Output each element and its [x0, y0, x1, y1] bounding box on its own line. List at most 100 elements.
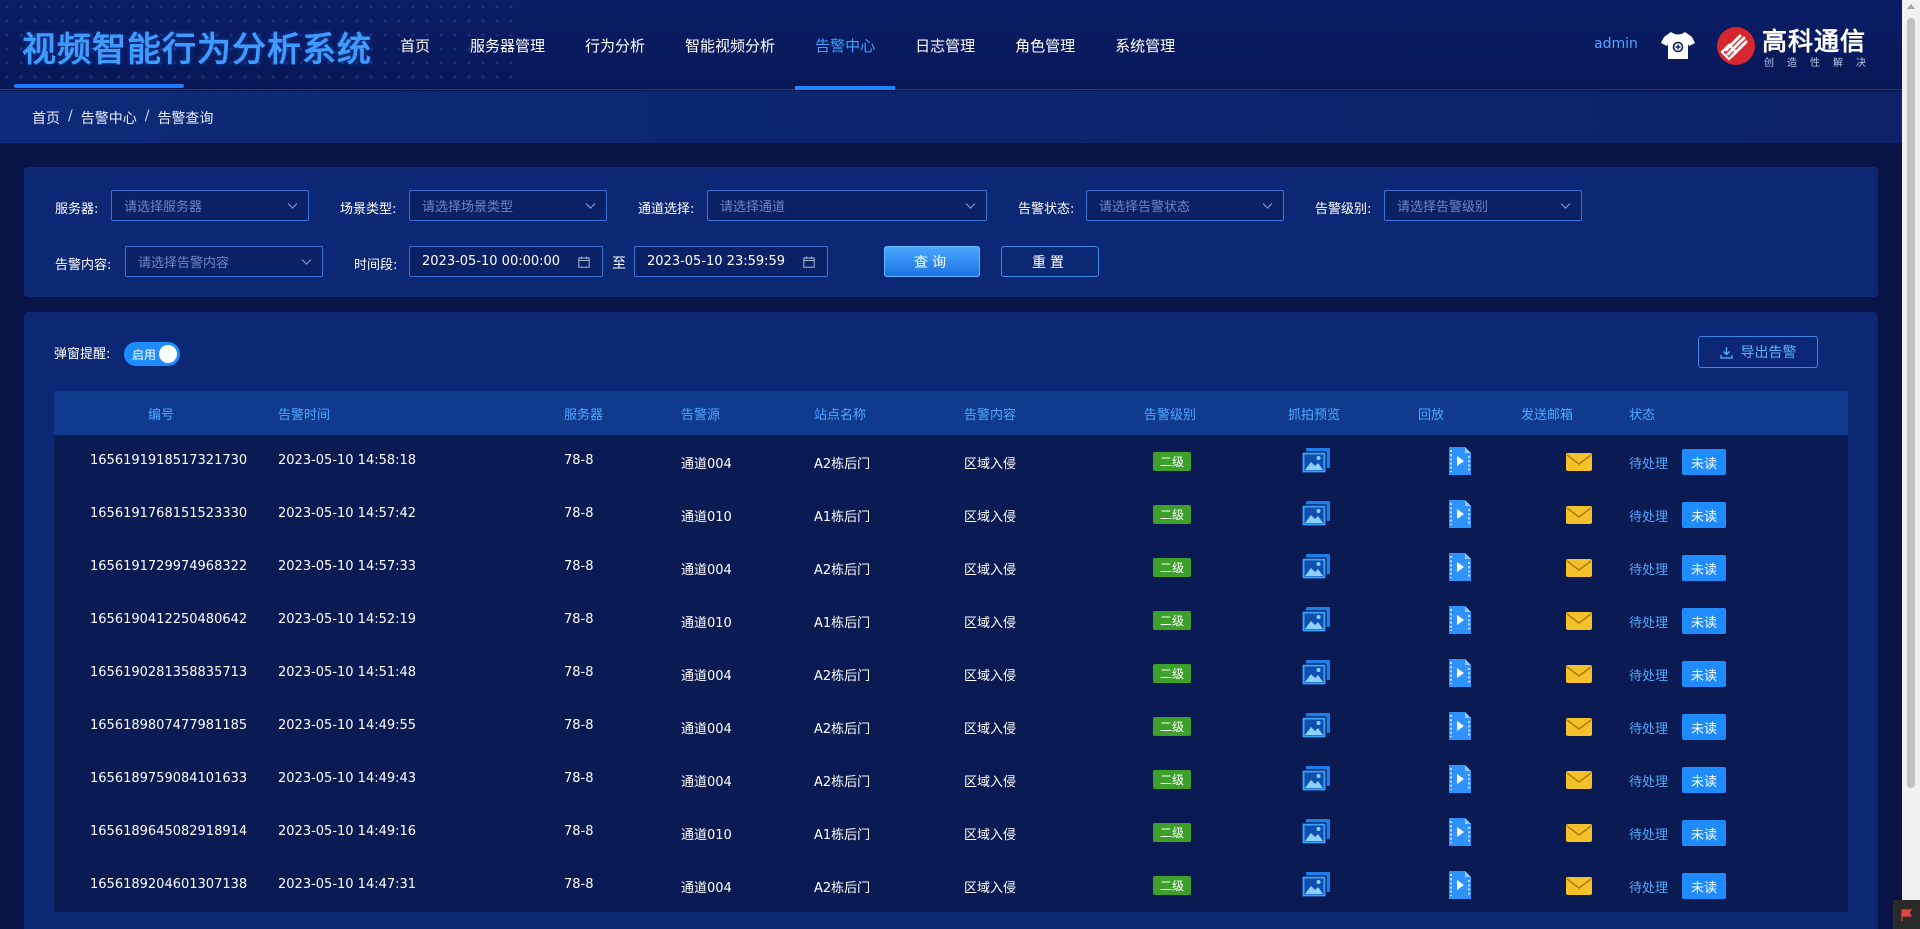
send-email-icon[interactable]	[1565, 717, 1593, 737]
end-time-picker[interactable]: 2023-05-10 23:59:59	[634, 246, 828, 277]
status-pending[interactable]: 待处理	[1629, 559, 1668, 578]
table-row[interactable]: 1656191729974968322 2023-05-10 14:57:33 …	[54, 541, 1848, 594]
column-header-playback[interactable]: 回放	[1418, 404, 1444, 423]
column-header-email[interactable]: 发送邮箱	[1521, 404, 1573, 423]
status-pending[interactable]: 待处理	[1629, 612, 1668, 631]
playback-video-icon[interactable]	[1448, 764, 1472, 794]
cell-source: 通道004	[681, 881, 732, 896]
column-header-level[interactable]: 告警级别	[1144, 404, 1196, 423]
table-row[interactable]: 1656190281358835713 2023-05-10 14:51:48 …	[54, 647, 1848, 700]
nav-log-management[interactable]: 日志管理	[895, 0, 995, 90]
cell-site: A2栋后门	[814, 669, 871, 684]
scroll-up-arrow-icon[interactable]	[1907, 4, 1915, 9]
send-email-icon[interactable]	[1565, 664, 1593, 684]
nav-server-management[interactable]: 服务器管理	[450, 0, 565, 90]
send-email-icon[interactable]	[1565, 452, 1593, 472]
nav-role-management[interactable]: 角色管理	[995, 0, 1095, 90]
unread-button[interactable]: 未读	[1682, 820, 1726, 846]
snapshot-image-icon[interactable]	[1301, 659, 1331, 687]
table-row[interactable]: 1656189204601307138 2023-05-10 14:47:31 …	[54, 859, 1848, 912]
channel-select[interactable]: 请选择通道	[707, 190, 987, 221]
snapshot-image-icon[interactable]	[1301, 447, 1331, 475]
breadcrumb-home[interactable]: 首页	[32, 108, 60, 128]
column-header-source[interactable]: 告警源	[681, 404, 720, 423]
snapshot-image-icon[interactable]	[1301, 871, 1331, 899]
reset-button[interactable]: 重置	[1001, 246, 1099, 277]
cell-time: 2023-05-10 14:58:18	[278, 453, 417, 468]
popup-reminder-toggle[interactable]: 启用	[124, 342, 180, 366]
column-header-server[interactable]: 服务器	[564, 404, 603, 423]
playback-video-icon[interactable]	[1448, 552, 1472, 582]
table-row[interactable]: 1656189759084101633 2023-05-10 14:49:43 …	[54, 753, 1848, 806]
snapshot-image-icon[interactable]	[1301, 500, 1331, 528]
send-email-icon[interactable]	[1565, 611, 1593, 631]
playback-video-icon[interactable]	[1448, 817, 1472, 847]
unread-button[interactable]: 未读	[1682, 661, 1726, 687]
breadcrumb-alarm-center[interactable]: 告警中心	[81, 108, 137, 128]
start-time-picker[interactable]: 2023-05-10 00:00:00	[409, 246, 603, 277]
status-pending[interactable]: 待处理	[1629, 877, 1668, 896]
table-row[interactable]: 1656189807477981185 2023-05-10 14:49:55 …	[54, 700, 1848, 753]
column-header-time[interactable]: 告警时间	[278, 404, 330, 423]
scrollbar-thumb[interactable]	[1907, 18, 1915, 788]
cell-server: 78-8	[564, 824, 594, 839]
nav-smart-video-analysis[interactable]: 智能视频分析	[665, 0, 795, 90]
table-row[interactable]: 1656190412250480642 2023-05-10 14:52:19 …	[54, 594, 1848, 647]
calendar-icon	[803, 256, 815, 268]
alarm-level-select[interactable]: 请选择告警级别	[1384, 190, 1582, 221]
export-alarm-button[interactable]: 导出告警	[1698, 336, 1818, 368]
snapshot-image-icon[interactable]	[1301, 712, 1331, 740]
table-row[interactable]: 1656189645082918914 2023-05-10 14:49:16 …	[54, 806, 1848, 859]
send-email-icon[interactable]	[1565, 505, 1593, 525]
unread-button[interactable]: 未读	[1682, 714, 1726, 740]
column-header-site[interactable]: 站点名称	[814, 404, 866, 423]
playback-video-icon[interactable]	[1448, 499, 1472, 529]
server-select[interactable]: 请选择服务器	[111, 190, 309, 221]
playback-video-icon[interactable]	[1448, 446, 1472, 476]
unread-button[interactable]: 未读	[1682, 873, 1726, 899]
nav-alarm-center[interactable]: 告警中心	[795, 0, 896, 90]
alarm-status-select[interactable]: 请选择告警状态	[1086, 190, 1284, 221]
table-row[interactable]: 1656191768151523330 2023-05-10 14:57:42 …	[54, 488, 1848, 541]
nav-home[interactable]: 首页	[380, 0, 450, 90]
status-pending[interactable]: 待处理	[1629, 718, 1668, 737]
column-header-id[interactable]: 编号	[148, 404, 174, 423]
table-row[interactable]: 1656191918517321730 2023-05-10 14:58:18 …	[54, 435, 1848, 488]
scene-type-select[interactable]: 请选择场景类型	[409, 190, 607, 221]
query-button[interactable]: 查询	[884, 246, 980, 277]
cell-server: 78-8	[564, 506, 594, 521]
unread-button[interactable]: 未读	[1682, 502, 1726, 528]
status-pending[interactable]: 待处理	[1629, 771, 1668, 790]
playback-video-icon[interactable]	[1448, 605, 1472, 635]
snapshot-image-icon[interactable]	[1301, 553, 1331, 581]
nav-behavior-analysis[interactable]: 行为分析	[565, 0, 665, 90]
playback-video-icon[interactable]	[1448, 870, 1472, 900]
column-header-content[interactable]: 告警内容	[964, 404, 1016, 423]
playback-video-icon[interactable]	[1448, 711, 1472, 741]
tshirt-icon[interactable]	[1660, 30, 1696, 60]
send-email-icon[interactable]	[1565, 876, 1593, 896]
user-name[interactable]: admin	[1594, 36, 1638, 52]
page-scrollbar[interactable]	[1902, 0, 1920, 929]
send-email-icon[interactable]	[1565, 770, 1593, 790]
snapshot-image-icon[interactable]	[1301, 765, 1331, 793]
send-email-icon[interactable]	[1565, 823, 1593, 843]
unread-button[interactable]: 未读	[1682, 449, 1726, 475]
column-header-status[interactable]: 状态	[1629, 404, 1655, 423]
alarm-content-select[interactable]: 请选择告警内容	[125, 246, 323, 277]
status-pending[interactable]: 待处理	[1629, 665, 1668, 684]
cell-id: 1656190281358835713	[90, 665, 248, 680]
send-email-icon[interactable]	[1565, 558, 1593, 578]
snapshot-image-icon[interactable]	[1301, 818, 1331, 846]
nav-system-management[interactable]: 系统管理	[1095, 0, 1195, 90]
unread-button[interactable]: 未读	[1682, 608, 1726, 634]
snapshot-image-icon[interactable]	[1301, 606, 1331, 634]
status-pending[interactable]: 待处理	[1629, 453, 1668, 472]
unread-button[interactable]: 未读	[1682, 555, 1726, 581]
playback-video-icon[interactable]	[1448, 658, 1472, 688]
status-pending[interactable]: 待处理	[1629, 824, 1668, 843]
unread-button[interactable]: 未读	[1682, 767, 1726, 793]
cell-id: 1656191918517321730	[90, 453, 248, 468]
status-pending[interactable]: 待处理	[1629, 506, 1668, 525]
column-header-snapshot[interactable]: 抓拍预览	[1288, 404, 1340, 423]
